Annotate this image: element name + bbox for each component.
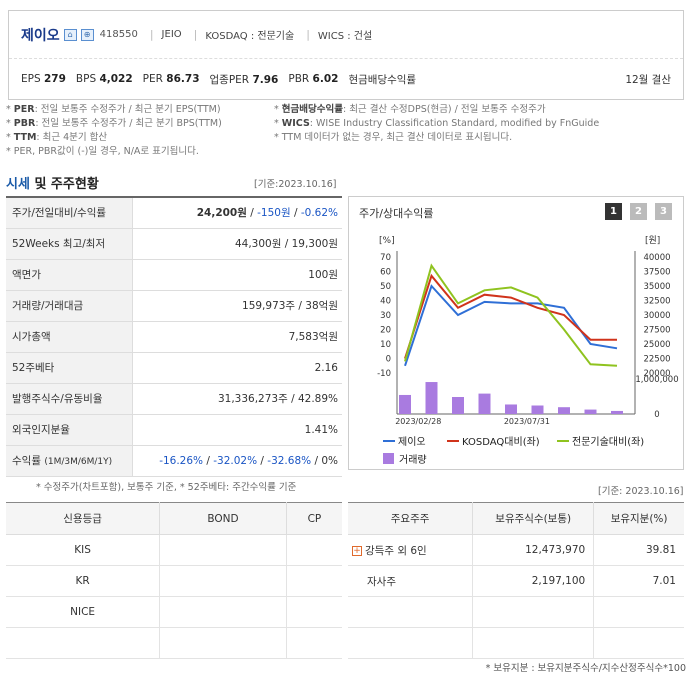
quote-note: * 수정주가(차트포함), 보통주 기준, * 52주베타: 주간수익률 기준 [36,482,297,493]
volume-tick-label: 0 [654,410,659,420]
eps-metric: EPS 279 [21,73,66,85]
table-row [348,627,684,659]
table-row: 자사주 2,197,100 7.01 [348,565,684,597]
right-tick-label: 22500 [643,355,670,365]
left-tick-label: 60 [380,268,391,278]
volume-bar [425,382,438,414]
left-axis-unit: [%] [379,236,395,246]
volume-bar [611,410,623,414]
x-tick-label: 2023/07/31 [504,417,550,426]
table-row: 외국인지분율 1.41% [6,414,342,446]
legend-label: 전문기술대비(좌) [572,436,644,448]
industry-per-metric: 업종PER 7.96 [209,73,279,86]
per-metric: PER 86.73 [142,73,200,85]
left-tick-label: -10 [377,369,391,379]
settlement-month: 12월 결산 [625,73,671,86]
left-tick-label: 30 [380,311,391,321]
expand-icon[interactable]: + [352,545,362,556]
price-rate: -0.62% [300,207,338,220]
bps-metric: BPS 4,022 [75,73,133,85]
right-tick-label: 27500 [643,326,670,336]
right-axis-unit: [원] [645,235,660,246]
legend-label: KOSDAQ대비(좌) [462,436,540,448]
eng-name: JEIO [161,29,182,40]
company-name: 제이오 [21,27,60,44]
return-chart: [%] [원] 70 60 50 40 30 20 10 0 -10 40000 37500 35000 3… [377,235,679,466]
legend-label: 제이오 [398,436,426,448]
ir-icon[interactable]: ⊕ [80,28,94,41]
volume-bar [478,393,491,414]
wics-info: WICS : 건설 [317,31,373,42]
table-row [6,627,342,659]
price: 24,200원 [196,207,247,220]
right-tick-label: 35000 [643,282,670,292]
table-row: + 강득주 외 6인 12,473,970 39.81 [348,534,684,566]
definition-notes: * PER: 전일 보통주 수정주가 / 최근 분기 EPS(TTM) * PB… [6,104,600,157]
left-tick-label: 70 [380,253,391,263]
table-row: NICE [6,596,342,628]
left-tick-label: 50 [380,282,391,292]
volume-bar [399,394,411,414]
right-tick-label: 37500 [643,268,670,278]
left-tick-label: 0 [386,355,391,365]
right-tick-label: 32500 [643,297,670,307]
price-change: -150원 [257,207,291,220]
volume-bar [531,405,544,414]
table-row: 수익률 (1M/3M/6M/1Y) -16.26% / -32.02% / -3… [6,445,342,477]
pbr-metric: PBR 6.02 [288,73,339,85]
volume-bar [558,407,570,414]
table-row: 52주베타 2.16 [6,352,342,384]
credit-table: 신용등급 BOND CP KIS KR NICE [6,502,342,659]
x-tick-label: 2023/02/28 [395,417,441,426]
quote-table: 주가/전일대비/수익률 24,200원 / -150원 / -0.62% 52W… [6,196,342,477]
table-row [348,596,684,628]
volume-bar [505,404,517,414]
holders-note: * 보유지분 : 보유지분주식수/지수산정주식수*100 [485,663,686,674]
stock-code: 418550 [99,29,138,40]
table-row: KIS [6,534,342,566]
volume-bar [584,409,597,414]
table-row: 52Weeks 최고/최저 44,300원 / 19,300원 [6,228,342,260]
company-header: 제이오 ⌂ ⊕ 418550 | JEIO | KOSDAQ : 전문기술 | … [8,10,684,100]
home-icon[interactable]: ⌂ [63,28,77,41]
divider: | [149,28,154,41]
table-row: 거래량/거래대금 159,973주 / 38억원 [6,290,342,322]
volume-bar [452,397,464,414]
dividend-yield-metric: 현금배당수익률 [348,73,417,86]
table-row: 발행주식수/유동비율 31,336,273주 / 42.89% [6,383,342,415]
market-info: KOSDAQ : 전문기술 [205,31,295,42]
table-row: 액면가 100원 [6,259,342,291]
reference-date: [기준:2023.10.16] [254,179,337,190]
table-row: 시가총액 7,583억원 [6,321,342,353]
divider: | [306,28,310,41]
right-tick-label: 40000 [643,253,670,263]
divider: | [193,28,198,41]
volume-tick-label: 1,000,000 [635,375,678,385]
legend-swatch [383,453,394,464]
section-title: 시세 및 주주현황 [6,177,99,192]
return-chart-panel: 주가/상대수익률 1 2 3 [%] [원] 70 60 50 40 30 20 10 0 -10 4… [348,196,684,470]
left-tick-label: 40 [380,297,391,307]
major-holders-table: 주요주주 보유주식수(보통) 보유지분(%) + 강득주 외 6인 12,473,97… [348,502,684,659]
table-row: KR [6,565,342,597]
left-tick-label: 20 [380,326,391,336]
table-row: 주가/전일대비/수익률 24,200원 / -150원 / -0.62% [6,197,342,229]
legend-label: 거래량 [399,454,427,466]
right-tick-label: 30000 [643,311,670,321]
right-tick-label: 25000 [643,340,670,350]
reference-date-2: [기준: 2023.10.16] [598,486,684,497]
left-tick-label: 10 [380,340,391,350]
